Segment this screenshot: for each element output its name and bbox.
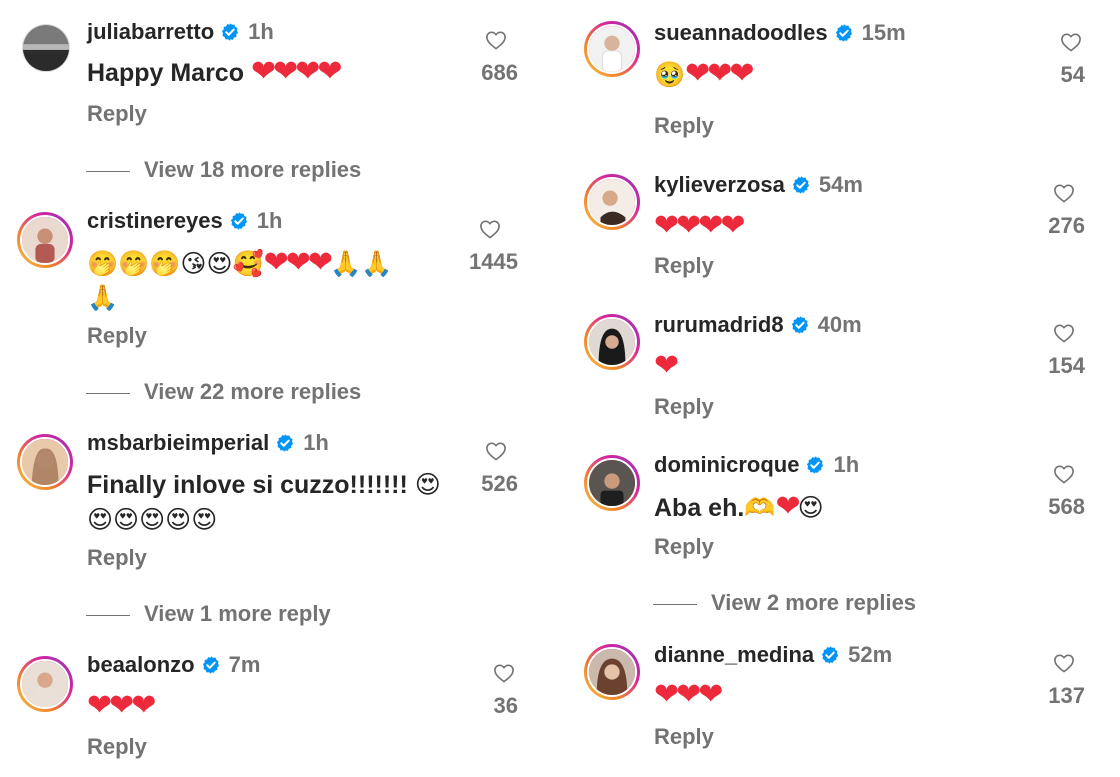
view-replies-label: View 18 more replies: [144, 157, 362, 182]
username[interactable]: juliabarretto: [87, 19, 214, 44]
like-count: 526: [481, 471, 518, 496]
emoji-group: 😍😍😍😍😍: [87, 505, 218, 534]
timestamp[interactable]: 40m: [818, 312, 862, 337]
emoji-group: 😍: [414, 470, 441, 499]
emoji-group: 🤭🤭🤭😘😍🥰: [87, 249, 264, 278]
divider: [86, 614, 130, 616]
verified-badge-icon: [791, 175, 811, 195]
divider: [653, 603, 697, 605]
like-count: 568: [1048, 494, 1085, 519]
avatar[interactable]: [22, 24, 70, 72]
like-heart-icon[interactable]: [485, 441, 507, 461]
like-count: 36: [493, 693, 518, 718]
hearts-emoji: ❤❤❤: [87, 688, 156, 723]
avatar[interactable]: [584, 174, 640, 230]
hearts-emoji: ❤: [654, 348, 679, 383]
like-heart-icon[interactable]: [1053, 464, 1075, 484]
like-heart-icon[interactable]: [493, 663, 515, 683]
like-count: 54: [1060, 62, 1085, 87]
comment-text: Aba eh.: [654, 494, 745, 522]
emoji-group: 🙏🙏: [330, 249, 393, 278]
timestamp[interactable]: 15m: [862, 20, 906, 45]
view-replies-label: View 22 more replies: [144, 379, 362, 404]
comment-text: Finally inlove si cuzzo!!!!!!!: [87, 471, 408, 499]
verified-badge-icon: [790, 315, 810, 335]
view-replies-label: View 2 more replies: [711, 590, 917, 615]
username[interactable]: kylieverzosa: [654, 172, 785, 197]
view-replies-button[interactable]: View 18 more replies: [86, 157, 361, 183]
verified-badge-icon: [275, 433, 295, 453]
like-heart-icon[interactable]: [485, 30, 507, 50]
timestamp[interactable]: 52m: [848, 642, 892, 667]
reply-button[interactable]: Reply: [87, 734, 147, 760]
reply-button[interactable]: Reply: [654, 394, 714, 420]
hearts-emoji: ❤: [775, 489, 800, 524]
comment-text: Happy Marco: [87, 59, 244, 87]
avatar[interactable]: [584, 455, 640, 511]
reply-button[interactable]: Reply: [654, 534, 714, 560]
view-replies-button[interactable]: View 2 more replies: [653, 590, 916, 616]
like-count: 137: [1048, 683, 1085, 708]
avatar[interactable]: [584, 314, 640, 370]
divider: [86, 170, 130, 172]
like-count: 686: [481, 60, 518, 85]
reply-button[interactable]: Reply: [87, 101, 147, 127]
timestamp[interactable]: 54m: [819, 172, 863, 197]
hearts-emoji: ❤❤❤: [263, 245, 333, 280]
reply-button[interactable]: Reply: [654, 113, 714, 139]
reply-button[interactable]: Reply: [87, 323, 147, 349]
like-count: 276: [1048, 213, 1085, 238]
divider: [86, 392, 130, 394]
avatar[interactable]: [17, 212, 73, 268]
emoji-group: 🥹: [654, 60, 686, 89]
emoji-group: 🙏: [87, 283, 119, 312]
verified-badge-icon: [220, 22, 240, 42]
hearts-emoji: ❤❤❤: [654, 677, 723, 712]
view-replies-button[interactable]: View 1 more reply: [86, 601, 331, 627]
verified-badge-icon: [834, 23, 854, 43]
like-heart-icon[interactable]: [1053, 323, 1075, 343]
timestamp[interactable]: 1h: [303, 430, 329, 455]
verified-badge-icon: [805, 455, 825, 475]
username[interactable]: sueannadoodles: [654, 20, 828, 45]
username[interactable]: dominicroque: [654, 452, 799, 477]
view-replies-label: View 1 more reply: [144, 601, 331, 626]
like-heart-icon[interactable]: [1053, 653, 1075, 673]
hearts-emoji: ❤❤❤: [685, 56, 754, 91]
like-heart-icon[interactable]: [1053, 183, 1075, 203]
username[interactable]: rurumadrid8: [654, 312, 784, 337]
emoji-group: 🫶: [744, 493, 776, 522]
like-count: 1445: [469, 249, 518, 274]
view-replies-button[interactable]: View 22 more replies: [86, 379, 361, 405]
username[interactable]: cristinereyes: [87, 208, 223, 233]
hearts-emoji: ❤❤❤❤: [654, 208, 746, 243]
emoji-group: 😍: [797, 493, 824, 522]
hearts-emoji: ❤❤❤❤: [250, 54, 343, 89]
like-heart-icon[interactable]: [1060, 32, 1082, 52]
username[interactable]: msbarbieimperial: [87, 430, 269, 455]
timestamp[interactable]: 1h: [833, 452, 859, 477]
timestamp[interactable]: 7m: [229, 652, 261, 677]
like-count: 154: [1048, 353, 1085, 378]
verified-badge-icon: [820, 645, 840, 665]
verified-badge-icon: [201, 655, 221, 675]
username[interactable]: beaalonzo: [87, 652, 195, 677]
avatar[interactable]: [584, 21, 640, 77]
timestamp[interactable]: 1h: [248, 19, 274, 44]
verified-badge-icon: [229, 211, 249, 231]
avatar[interactable]: [17, 656, 73, 712]
username[interactable]: dianne_medina: [654, 642, 814, 667]
reply-button[interactable]: Reply: [654, 253, 714, 279]
avatar[interactable]: [584, 644, 640, 700]
reply-button[interactable]: Reply: [654, 724, 714, 750]
timestamp[interactable]: 1h: [257, 208, 283, 233]
avatar[interactable]: [17, 434, 73, 490]
like-heart-icon[interactable]: [479, 219, 501, 239]
reply-button[interactable]: Reply: [87, 545, 147, 571]
